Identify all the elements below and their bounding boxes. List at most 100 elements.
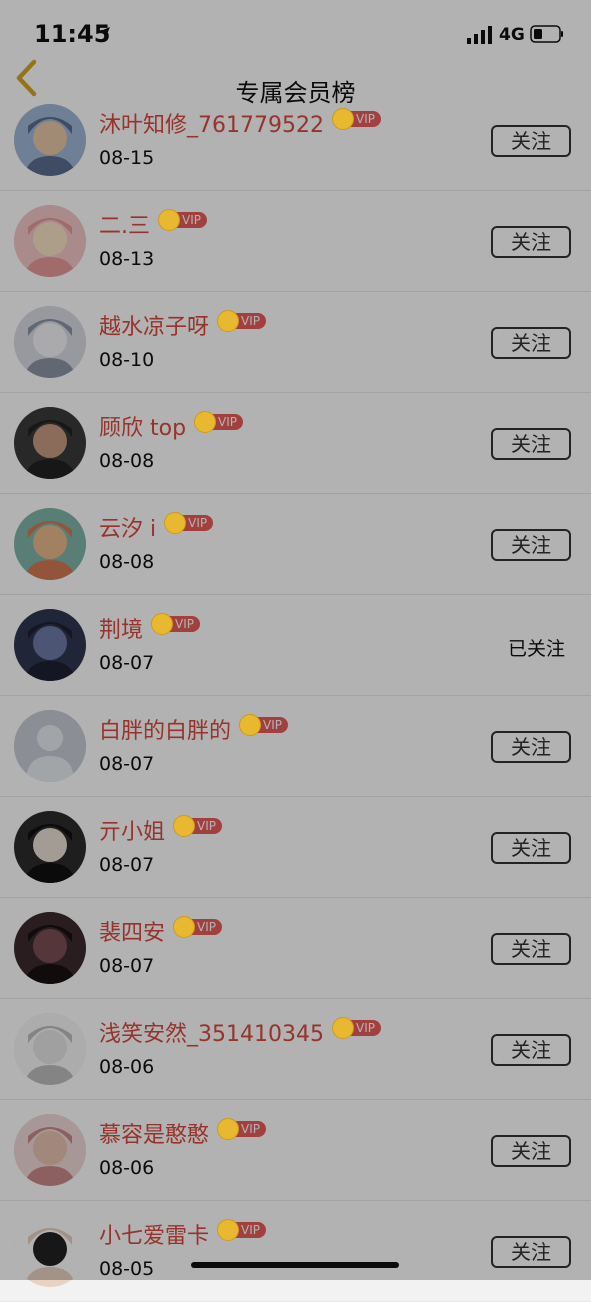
followed-label[interactable]: 已关注 — [508, 634, 565, 661]
member-name[interactable]: 沐叶知修_761779522 — [99, 107, 324, 139]
vip-badge: VIP — [173, 815, 222, 837]
join-date: 08-13 — [99, 248, 155, 270]
join-date: 08-08 — [99, 450, 155, 472]
crown-coin-icon — [158, 209, 180, 231]
list-item[interactable]: 亓小姐 VIP 08-07 关注 — [0, 797, 591, 898]
crown-coin-icon — [331, 1017, 354, 1039]
join-date: 08-10 — [99, 349, 155, 371]
home-indicator[interactable] — [191, 1262, 399, 1268]
follow-button[interactable]: 关注 — [491, 428, 571, 460]
name-line: 顾欣 top VIP — [99, 410, 244, 442]
avatar[interactable] — [14, 1013, 86, 1085]
location-arrow-icon — [98, 27, 110, 39]
join-date: 08-06 — [99, 1056, 155, 1078]
list-item[interactable]: 沐叶知修_761779522 VIP 08-15 关注 — [0, 90, 591, 191]
vip-badge: VIP — [217, 310, 266, 332]
list-item[interactable]: 云汐 i VIP 08-08 关注 — [0, 494, 591, 595]
member-name[interactable]: 越水凉子呀 — [99, 309, 209, 341]
name-line: 慕容是憨憨 VIP — [99, 1118, 266, 1148]
follow-button[interactable]: 关注 — [491, 1236, 571, 1268]
list-item[interactable]: 二.三 VIP 08-13 关注 — [0, 191, 591, 292]
vip-badge: VIP — [217, 1118, 266, 1140]
network-type: 4G — [499, 25, 525, 45]
crown-coin-icon — [194, 411, 217, 433]
avatar[interactable] — [14, 205, 86, 277]
member-name[interactable]: 亓小姐 — [99, 814, 165, 846]
join-date: 08-05 — [99, 1258, 155, 1280]
member-name[interactable]: 荆境 — [99, 612, 143, 644]
follow-button[interactable]: 关注 — [491, 327, 571, 359]
member-name[interactable]: 浅笑安然_351410345 — [99, 1016, 324, 1048]
member-name[interactable]: 云汐 i — [99, 511, 156, 543]
avatar[interactable] — [14, 609, 86, 681]
vip-badge: VIP — [331, 1017, 381, 1039]
signal-icon — [467, 26, 492, 44]
avatar[interactable] — [14, 811, 86, 883]
name-line: 二.三 VIP — [99, 209, 207, 239]
name-line: 浅笑安然_351410345 VIP — [99, 1017, 381, 1047]
avatar[interactable] — [14, 1114, 86, 1186]
follow-button[interactable]: 关注 — [491, 731, 571, 763]
crown-coin-icon — [331, 108, 354, 130]
crown-coin-icon — [151, 613, 174, 635]
join-date: 08-06 — [99, 1157, 155, 1179]
avatar[interactable] — [14, 912, 86, 984]
join-date: 08-07 — [99, 955, 155, 977]
join-date: 08-07 — [99, 753, 155, 775]
battery-icon — [530, 25, 563, 43]
list-item[interactable]: 慕容是憨憨 VIP 08-06 关注 — [0, 1100, 591, 1201]
crown-coin-icon — [239, 714, 262, 736]
member-name[interactable]: 二.三 — [99, 208, 150, 240]
member-name[interactable]: 白胖的白胖的 — [99, 713, 231, 745]
vip-badge: VIP — [194, 411, 244, 433]
avatar[interactable] — [14, 407, 86, 479]
join-date: 08-07 — [99, 854, 155, 876]
name-line: 裴四安 VIP — [99, 916, 222, 946]
name-line: 云汐 i VIP — [99, 511, 214, 543]
avatar[interactable] — [14, 710, 86, 782]
name-line: 白胖的白胖的 VIP — [99, 714, 288, 744]
vip-badge: VIP — [239, 714, 288, 736]
vip-badge: VIP — [331, 108, 381, 130]
member-name[interactable]: 顾欣 top — [99, 410, 186, 442]
crown-coin-icon — [217, 1219, 240, 1241]
list-item[interactable]: 白胖的白胖的 VIP 08-07 关注 — [0, 696, 591, 797]
name-line: 越水凉子呀 VIP — [99, 310, 266, 340]
list-item[interactable]: 裴四安 VIP 08-07 关注 — [0, 898, 591, 999]
member-name[interactable]: 裴四安 — [99, 915, 165, 947]
avatar[interactable] — [14, 306, 86, 378]
name-line: 荆境 VIP — [99, 613, 200, 643]
follow-button[interactable]: 关注 — [491, 125, 571, 157]
crown-coin-icon — [164, 512, 187, 534]
crown-coin-icon — [217, 310, 240, 332]
member-name[interactable]: 慕容是憨憨 — [99, 1117, 209, 1149]
vip-badge: VIP — [151, 613, 200, 635]
follow-button[interactable]: 关注 — [491, 1034, 571, 1066]
avatar[interactable] — [14, 1215, 86, 1287]
join-date: 08-07 — [99, 652, 155, 674]
crown-coin-icon — [173, 815, 196, 837]
vip-badge: VIP — [158, 209, 207, 231]
list-item[interactable]: 顾欣 top VIP 08-08 关注 — [0, 393, 591, 494]
join-date: 08-15 — [99, 147, 155, 169]
list-item[interactable]: 越水凉子呀 VIP 08-10 关注 — [0, 292, 591, 393]
list-item[interactable]: 小七爱雷卡 VIP 08-05 关注 — [0, 1201, 591, 1302]
member-name[interactable]: 小七爱雷卡 — [99, 1218, 209, 1250]
avatar[interactable] — [14, 104, 86, 176]
vip-badge: VIP — [173, 916, 222, 938]
vip-badge: VIP — [164, 512, 214, 534]
list-item[interactable]: 荆境 VIP 08-07 已关注 — [0, 595, 591, 696]
follow-button[interactable]: 关注 — [491, 226, 571, 258]
follow-button[interactable]: 关注 — [491, 832, 571, 864]
follow-button[interactable]: 关注 — [491, 529, 571, 561]
crown-coin-icon — [173, 916, 196, 938]
vip-badge: VIP — [217, 1219, 266, 1241]
follow-button[interactable]: 关注 — [491, 933, 571, 965]
screen: 11:45 4G 专属会员榜 沐叶知修_761779522 VIP 08-15 … — [0, 0, 591, 1302]
follow-button[interactable]: 关注 — [491, 1135, 571, 1167]
member-list: 沐叶知修_761779522 VIP 08-15 关注 二.三 VIP 08-1… — [0, 90, 591, 1302]
status-bar: 11:45 4G — [0, 0, 591, 64]
avatar[interactable] — [14, 508, 86, 580]
join-date: 08-08 — [99, 551, 155, 573]
list-item[interactable]: 浅笑安然_351410345 VIP 08-06 关注 — [0, 999, 591, 1100]
